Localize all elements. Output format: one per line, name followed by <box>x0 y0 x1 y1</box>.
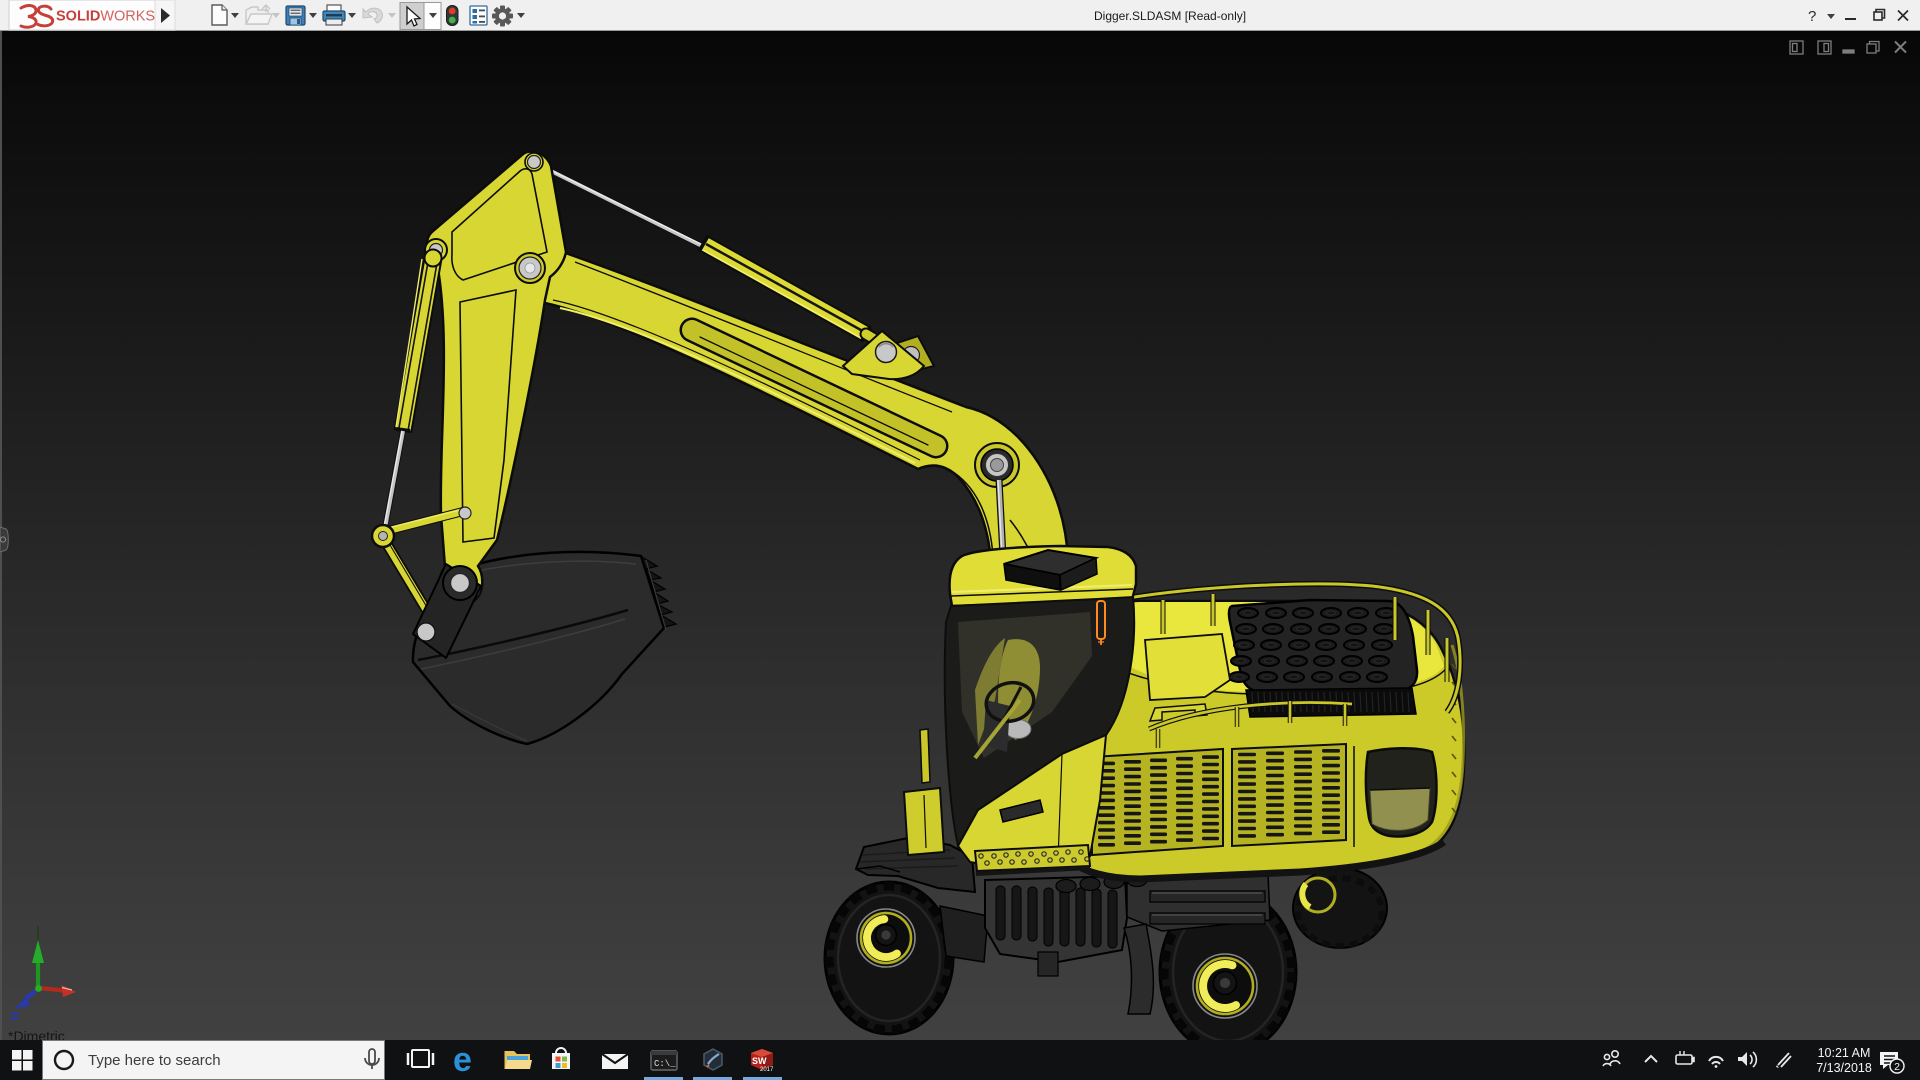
svg-text:SOLIDWORKS: SOLIDWORKS <box>56 9 155 25</box>
svg-text:10:21 AM: 10:21 AM <box>1818 1046 1871 1060</box>
svg-text:C:\_: C:\_ <box>654 1059 676 1069</box>
svg-text:SW: SW <box>752 1056 767 1066</box>
svg-text:e: e <box>453 1041 472 1079</box>
svg-text:?: ? <box>1808 8 1816 25</box>
svg-text:7/13/2018: 7/13/2018 <box>1816 1061 1872 1075</box>
svg-text:2017: 2017 <box>760 1067 774 1073</box>
svg-text:2: 2 <box>1894 1061 1900 1073</box>
